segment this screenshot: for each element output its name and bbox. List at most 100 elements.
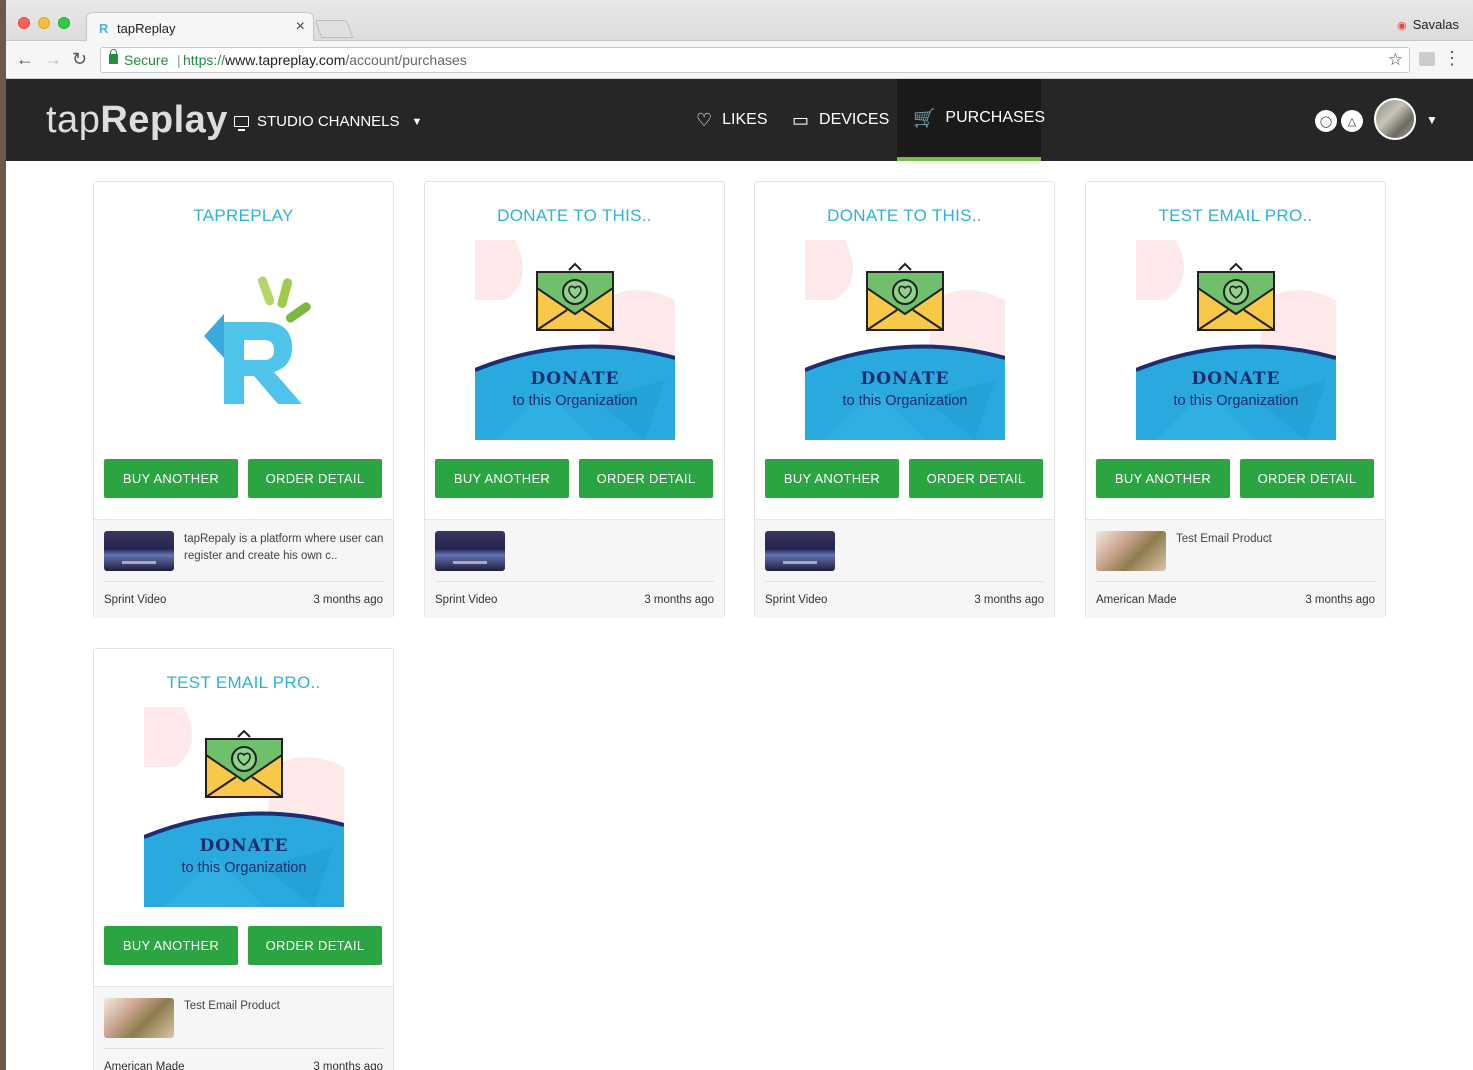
- channel-thumbnail[interactable]: [435, 531, 505, 571]
- tab-title: tapReplay: [117, 21, 176, 36]
- order-detail-button[interactable]: ORDER DETAIL: [248, 926, 382, 965]
- channel-name[interactable]: American Made: [104, 1061, 185, 1070]
- channel-thumbnail[interactable]: [104, 531, 174, 571]
- card-image[interactable]: [144, 240, 344, 440]
- card-image[interactable]: DONATE to this Organization: [805, 240, 1005, 440]
- card-footer: Sprint Video 3 months ago: [755, 519, 1054, 618]
- chat-icon[interactable]: ◯: [1315, 110, 1337, 132]
- reload-icon[interactable]: ↻: [72, 49, 87, 70]
- donate-headline: DONATE: [1192, 369, 1281, 389]
- donate-subline: to this Organization: [182, 860, 307, 876]
- browser-tab[interactable]: R tapReplay ×: [86, 12, 314, 42]
- back-arrow-icon[interactable]: ←: [16, 49, 34, 70]
- donate-graphic: DONATE to this Organization: [144, 707, 344, 907]
- address-separator: |: [177, 52, 181, 68]
- title-bar: R tapReplay × ◉ Savalas: [6, 0, 1473, 42]
- close-window-icon[interactable]: [18, 17, 30, 29]
- channel-name[interactable]: American Made: [1096, 594, 1177, 606]
- url-text[interactable]: https://www.tapreplay.com/account/purcha…: [183, 52, 467, 68]
- buy-another-button[interactable]: BUY ANOTHER: [1096, 459, 1230, 498]
- purchase-time: 3 months ago: [974, 594, 1044, 606]
- profile-button[interactable]: ◉ Savalas: [1397, 17, 1459, 32]
- donate-graphic: DONATE to this Organization: [475, 240, 675, 440]
- card-title[interactable]: TAPREPLAY: [94, 206, 393, 226]
- card-title[interactable]: TEST EMAIL PRO..: [94, 673, 393, 693]
- purchase-card: DONATE TO THIS.. DONATE to this Organizat…: [424, 181, 725, 618]
- purchase-card: DONATE TO THIS.. DONATE to this Organizat…: [754, 181, 1055, 618]
- nav-devices-label: DEVICES: [819, 111, 890, 128]
- nav-devices[interactable]: ▭ DEVICES: [776, 79, 905, 161]
- avatar[interactable]: [1374, 98, 1416, 140]
- logo-light-text: tap: [46, 99, 101, 141]
- tab-close-icon[interactable]: ×: [296, 18, 305, 36]
- card-title[interactable]: DONATE TO THIS..: [425, 206, 724, 226]
- card-image[interactable]: DONATE to this Organization: [475, 240, 675, 440]
- buy-another-button[interactable]: BUY ANOTHER: [765, 459, 899, 498]
- browser-toolbar: ← → ↻ Secure | https://www.tapreplay.com…: [6, 41, 1473, 79]
- nav-likes[interactable]: ♡ LIKES: [680, 79, 784, 161]
- purchase-card: TEST EMAIL PRO.. DONATE to this Organizat…: [93, 648, 394, 1070]
- purchase-card: TEST EMAIL PRO.. DONATE to this Organizat…: [1085, 181, 1386, 618]
- logo-bold-text: Replay: [100, 99, 228, 141]
- card-title[interactable]: DONATE TO THIS..: [755, 206, 1054, 226]
- order-detail-button[interactable]: ORDER DETAIL: [579, 459, 713, 498]
- order-detail-button[interactable]: ORDER DETAIL: [248, 459, 382, 498]
- card-title[interactable]: TEST EMAIL PRO..: [1086, 206, 1385, 226]
- maximize-window-icon[interactable]: [58, 17, 70, 29]
- card-image[interactable]: DONATE to this Organization: [1136, 240, 1336, 440]
- nav-likes-label: LIKES: [722, 111, 768, 128]
- minimize-window-icon[interactable]: [38, 17, 50, 29]
- order-detail-button[interactable]: ORDER DETAIL: [909, 459, 1043, 498]
- buy-another-button[interactable]: BUY ANOTHER: [104, 926, 238, 965]
- nav-purchases-label: PURCHASES: [945, 109, 1045, 126]
- forward-arrow-icon[interactable]: →: [44, 49, 62, 70]
- app-header: tapReplay STUDIO CHANNELS ▼ ♡ LIKES ▭ DE…: [6, 79, 1473, 161]
- product-description: tapRepaly is a platform where user can r…: [184, 533, 384, 562]
- extension-icon[interactable]: [1419, 52, 1435, 66]
- monitor-icon: [234, 116, 249, 131]
- address-bar[interactable]: Secure | https://www.tapreplay.com/accou…: [100, 47, 1410, 73]
- bookmark-star-icon[interactable]: ☆: [1388, 50, 1403, 70]
- favicon-icon: R: [99, 21, 109, 36]
- browser-menu-icon[interactable]: ⋮: [1443, 48, 1461, 69]
- channel-name[interactable]: Sprint Video: [765, 594, 827, 606]
- channel-name[interactable]: Sprint Video: [435, 594, 497, 606]
- purchase-time: 3 months ago: [313, 1061, 383, 1070]
- tapreplay-r-logo-icon: [204, 276, 311, 404]
- buy-another-button[interactable]: BUY ANOTHER: [435, 459, 569, 498]
- studio-channels-dropdown[interactable]: STUDIO CHANNELS ▼: [234, 113, 422, 131]
- buy-another-button[interactable]: BUY ANOTHER: [104, 459, 238, 498]
- browser-window: R tapReplay × ◉ Savalas ← → ↻ Secure | ht…: [6, 0, 1473, 1070]
- channel-thumbnail[interactable]: [104, 998, 174, 1038]
- footer-divider: [765, 581, 1044, 582]
- nav-purchases[interactable]: 🛒 PURCHASES: [897, 79, 1045, 161]
- url-host: www.tapreplay.com: [225, 52, 346, 68]
- url-scheme: https://: [183, 52, 226, 68]
- card-footer: Sprint Video 3 months ago: [425, 519, 724, 618]
- donate-headline: DONATE: [200, 836, 289, 856]
- devices-icon: ▭: [792, 109, 810, 130]
- lock-icon: [109, 49, 118, 64]
- channel-name[interactable]: Sprint Video: [104, 594, 166, 606]
- footer-divider: [104, 581, 383, 582]
- channel-thumbnail[interactable]: [765, 531, 835, 571]
- order-detail-button[interactable]: ORDER DETAIL: [1240, 459, 1374, 498]
- bell-icon[interactable]: △: [1341, 110, 1363, 132]
- tapreplay-logo[interactable]: tapReplay: [46, 99, 228, 142]
- donate-headline: DONATE: [861, 369, 950, 389]
- cart-icon: 🛒: [913, 107, 936, 128]
- channel-thumbnail[interactable]: [1096, 531, 1166, 571]
- footer-divider: [1096, 581, 1375, 582]
- footer-divider: [104, 1048, 383, 1049]
- card-image[interactable]: DONATE to this Organization: [144, 707, 344, 907]
- donate-subline: to this Organization: [843, 393, 968, 409]
- donate-subline: to this Organization: [1174, 393, 1299, 409]
- donate-subline: to this Organization: [513, 393, 638, 409]
- url-path: /account/purchases: [345, 52, 467, 68]
- card-footer: Test Email Product American Made 3 month…: [94, 986, 393, 1070]
- product-description: Test Email Product: [1176, 533, 1272, 545]
- card-footer: tapRepaly is a platform where user can r…: [94, 519, 393, 618]
- account-caret-icon[interactable]: ▼: [1426, 113, 1438, 127]
- donate-graphic: DONATE to this Organization: [1136, 240, 1336, 440]
- new-tab-button[interactable]: [314, 20, 354, 38]
